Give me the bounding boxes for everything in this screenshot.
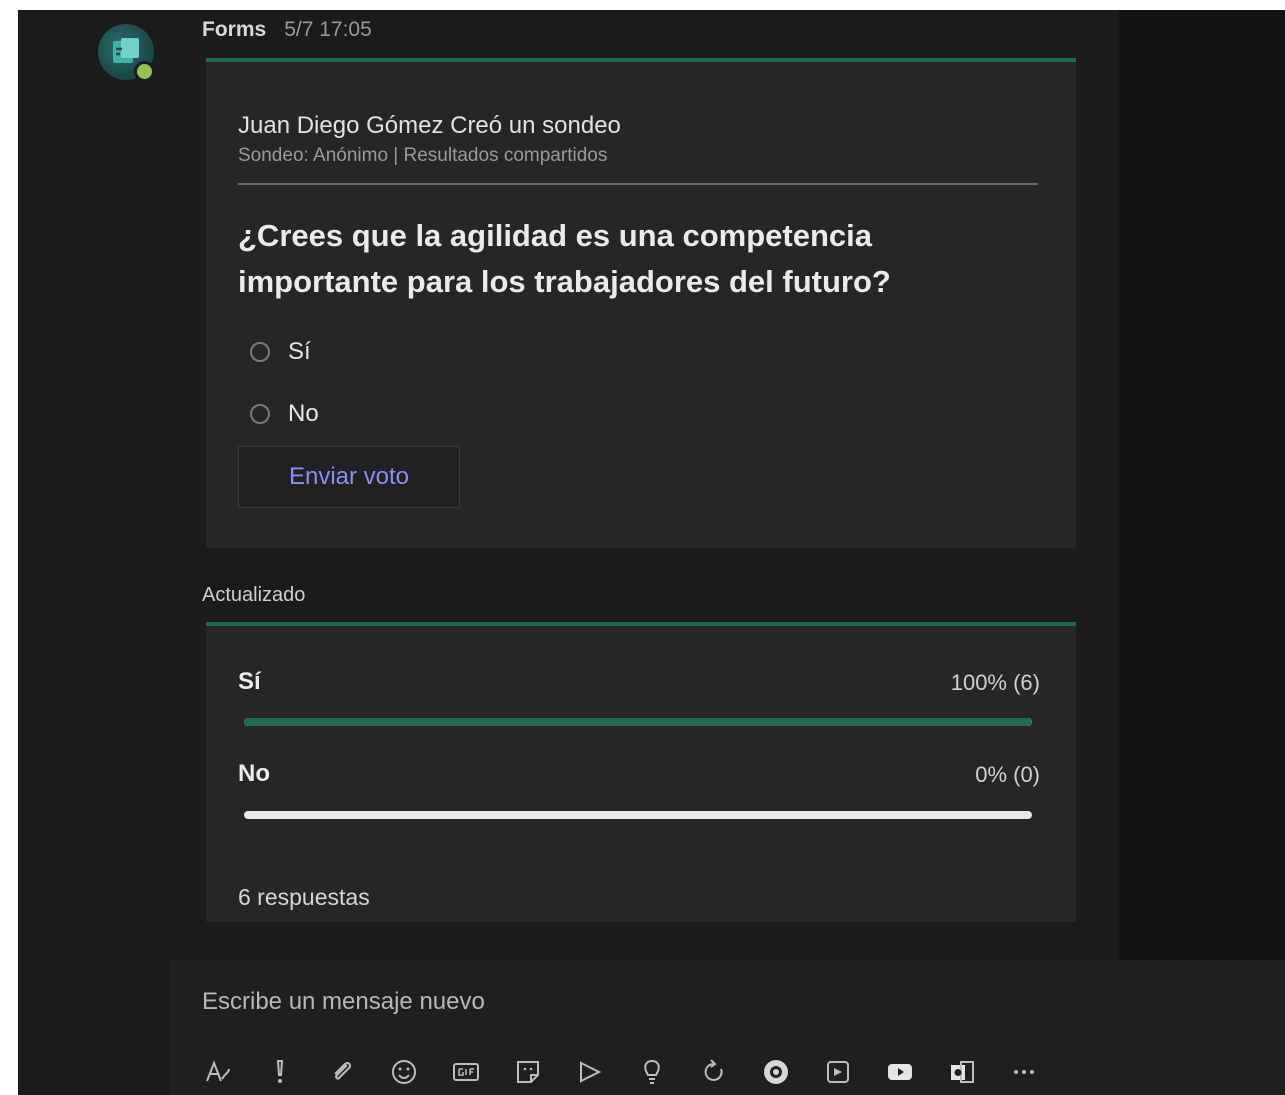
poll-option-no[interactable]: No (250, 400, 319, 428)
office-icon[interactable] (944, 1054, 980, 1090)
result-bar-fill-si (244, 718, 1032, 726)
loop-icon[interactable] (696, 1054, 732, 1090)
radio-button[interactable] (250, 342, 270, 362)
card-divider (238, 183, 1038, 185)
camera-icon[interactable] (758, 1054, 794, 1090)
results-header: Actualizado (202, 584, 306, 606)
poll-option-si[interactable]: Sí (250, 338, 311, 366)
compose-box[interactable]: Escribe un mensaje nuevo (170, 960, 1285, 1095)
more-options-icon[interactable] (1006, 1054, 1042, 1090)
compose-toolbar (200, 1054, 1042, 1090)
attach-icon[interactable] (324, 1054, 360, 1090)
result-value-si: 100% (6) (950, 670, 1040, 695)
sticker-icon[interactable] (510, 1054, 546, 1090)
teams-window: Forms 5/7 17:05 Juan Diego Gómez Creó un… (18, 10, 1285, 1095)
stream-icon[interactable] (820, 1054, 856, 1090)
emoji-icon[interactable] (386, 1054, 422, 1090)
poll-question: ¿Crees que la agilidad es una competenci… (238, 218, 891, 299)
message-header: Forms 5/7 17:05 (202, 18, 372, 42)
response-count: 6 respuestas (238, 884, 370, 910)
praise-icon[interactable] (634, 1054, 670, 1090)
meet-now-icon[interactable] (572, 1054, 608, 1090)
sender-name: Forms (202, 18, 267, 41)
message-input[interactable]: Escribe un mensaje nuevo (202, 988, 485, 1016)
option-label: Sí (288, 338, 311, 365)
message-timestamp: 5/7 17:05 (284, 18, 372, 41)
priority-icon[interactable] (262, 1054, 298, 1090)
result-value-no: 0% (0) (975, 762, 1040, 787)
youtube-icon[interactable] (882, 1054, 918, 1090)
result-label-no: No (238, 760, 270, 787)
poll-card: Juan Diego Gómez Creó un sondeo Sondeo: … (206, 58, 1076, 548)
results-card: Sí 100% (6) No 0% (0) 6 respuestas (206, 622, 1076, 922)
result-bar-no (244, 811, 1032, 819)
poll-meta: Sondeo: Anónimo | Resultados compartidos (238, 145, 608, 166)
option-label: No (288, 400, 319, 427)
submit-vote-button[interactable]: Enviar voto (238, 446, 460, 508)
result-bar-si (244, 718, 1032, 726)
format-icon[interactable] (200, 1054, 236, 1090)
result-label-si: Sí (238, 668, 261, 695)
right-pane (1118, 10, 1285, 960)
poll-creator: Juan Diego Gómez Creó un sondeo (238, 112, 621, 139)
results-accent-bar (206, 622, 1076, 626)
radio-button[interactable] (250, 404, 270, 424)
presence-indicator (134, 61, 155, 82)
card-accent-bar (206, 58, 1076, 62)
gif-icon[interactable] (448, 1054, 484, 1090)
